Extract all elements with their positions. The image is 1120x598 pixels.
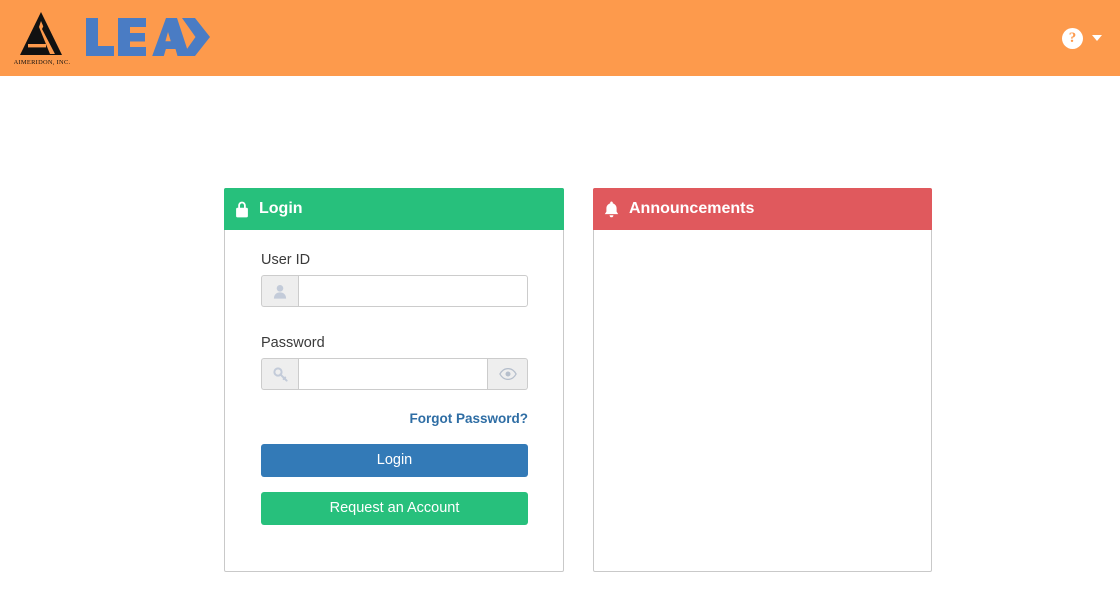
announcements-panel-title: Announcements <box>629 200 755 217</box>
key-icon <box>261 358 298 390</box>
user-id-label: User ID <box>261 252 311 268</box>
brand-logo[interactable]: AIMERIDON, INC. <box>0 9 212 67</box>
lead-wordmark-icon <box>84 16 212 60</box>
forgot-password-link[interactable]: Forgot Password? <box>409 411 528 426</box>
lock-icon <box>235 201 249 218</box>
header-actions: ? <box>1062 27 1120 49</box>
user-id-input-group <box>261 275 528 307</box>
login-panel-title: Login <box>259 200 303 217</box>
eye-icon[interactable] <box>488 358 528 390</box>
announcements-list <box>594 230 931 571</box>
app-header: AIMERIDON, INC. ? <box>0 0 1120 76</box>
login-form: User ID Password Forgot Password? Login … <box>225 230 563 571</box>
announcements-panel: Announcements <box>593 188 932 572</box>
chevron-down-icon[interactable] <box>1092 35 1102 41</box>
bell-icon <box>604 201 619 218</box>
login-panel: Login User ID Password Forgot Password? … <box>224 188 564 572</box>
aimeridon-company-text: AIMERIDON, INC. <box>14 59 70 66</box>
forgot-password-row: Forgot Password? <box>261 410 528 426</box>
panels-container: Login User ID Password Forgot Password? … <box>224 188 932 572</box>
aimeridon-logo-icon: AIMERIDON, INC. <box>14 9 70 67</box>
password-input[interactable] <box>298 358 488 390</box>
password-input-group <box>261 358 528 390</box>
login-panel-header: Login <box>224 188 564 230</box>
password-label: Password <box>261 335 325 351</box>
question-circle-icon[interactable]: ? <box>1062 27 1083 49</box>
user-icon <box>261 275 298 307</box>
request-account-button[interactable]: Request an Account <box>261 492 528 525</box>
login-button[interactable]: Login <box>261 444 528 477</box>
announcements-panel-header: Announcements <box>593 188 932 230</box>
user-id-input[interactable] <box>298 275 528 307</box>
